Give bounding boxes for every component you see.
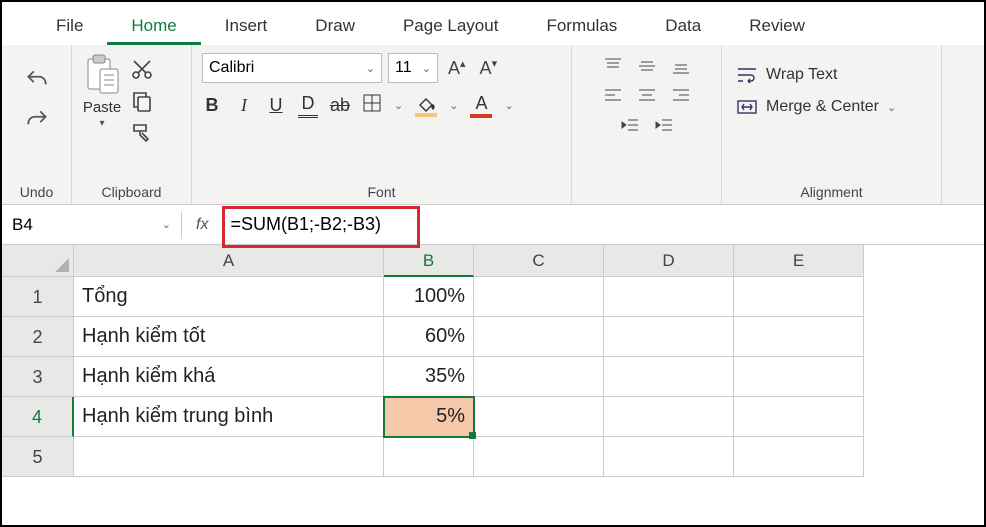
cell[interactable] <box>604 317 734 357</box>
font-name-select[interactable]: Calibri⌄ <box>202 53 382 83</box>
row-header[interactable]: 4 <box>2 397 74 437</box>
table-row: 3 Hạnh kiểm khá 35% <box>2 357 984 397</box>
tab-formulas[interactable]: Formulas <box>522 10 641 45</box>
chevron-down-icon[interactable]: ⌄ <box>887 101 896 114</box>
font-color-button[interactable]: A <box>470 93 492 118</box>
decrease-indent-icon[interactable] <box>620 117 640 135</box>
cell[interactable] <box>384 437 474 477</box>
cell[interactable] <box>734 317 864 357</box>
cell[interactable] <box>474 437 604 477</box>
table-row: 4 Hạnh kiểm trung bình 5% <box>2 397 984 437</box>
clipboard-group-label: Clipboard <box>82 180 181 200</box>
cell[interactable]: Hạnh kiểm trung bình <box>74 397 384 437</box>
row-header[interactable]: 2 <box>2 317 74 357</box>
font-size-select[interactable]: 11⌄ <box>388 53 438 83</box>
merge-center-button[interactable]: Merge & Center ⌄ <box>732 91 931 123</box>
cell[interactable] <box>734 277 864 317</box>
table-row: 2 Hạnh kiểm tốt 60% <box>2 317 984 357</box>
font-group-label: Font <box>202 180 561 200</box>
chevron-down-icon[interactable]: ▾ <box>99 118 104 129</box>
italic-button[interactable]: I <box>234 95 254 116</box>
cell[interactable] <box>604 437 734 477</box>
align-center-icon[interactable] <box>637 87 657 105</box>
cell[interactable] <box>734 397 864 437</box>
undo-icon[interactable] <box>23 67 51 93</box>
align-right-icon[interactable] <box>671 87 691 105</box>
cell[interactable] <box>604 277 734 317</box>
tab-file[interactable]: File <box>32 10 107 45</box>
tab-data[interactable]: Data <box>641 10 725 45</box>
cell[interactable]: Hạnh kiểm tốt <box>74 317 384 357</box>
tab-pagelayout[interactable]: Page Layout <box>379 10 522 45</box>
table-row: 5 <box>2 437 984 477</box>
border-button[interactable] <box>362 94 382 117</box>
align-top-icon[interactable] <box>603 57 623 75</box>
cell[interactable]: Hạnh kiểm khá <box>74 357 384 397</box>
redo-icon[interactable] <box>23 107 51 133</box>
row-header[interactable]: 1 <box>2 277 74 317</box>
tab-home[interactable]: Home <box>107 10 200 45</box>
cell[interactable]: 35% <box>384 357 474 397</box>
fill-color-button[interactable] <box>415 95 437 117</box>
cell[interactable] <box>474 317 604 357</box>
table-row: 1 Tổng 100% <box>2 277 984 317</box>
cut-icon[interactable] <box>130 57 154 81</box>
cell[interactable] <box>734 437 864 477</box>
cell[interactable] <box>474 357 604 397</box>
undo-group-label: Undo <box>20 180 53 200</box>
fx-icon[interactable]: fx <box>182 216 222 234</box>
align-middle-icon[interactable] <box>637 57 657 75</box>
underline-button[interactable]: U <box>266 95 286 116</box>
menu-tabs: File Home Insert Draw Page Layout Formul… <box>2 2 984 45</box>
active-cell[interactable]: 5% <box>384 397 474 437</box>
cell[interactable]: Tổng <box>74 277 384 317</box>
spreadsheet-grid: A B C D E 1 Tổng 100% 2 Hạnh kiểm tốt 60… <box>2 245 984 477</box>
copy-icon[interactable] <box>130 89 154 113</box>
cell[interactable]: 60% <box>384 317 474 357</box>
increase-font-icon[interactable]: A▴ <box>444 57 470 79</box>
align-bottom-icon[interactable] <box>671 57 691 75</box>
cell[interactable]: 100% <box>384 277 474 317</box>
cell[interactable] <box>604 357 734 397</box>
cell[interactable] <box>74 437 384 477</box>
alignment-group-label: Alignment <box>732 180 931 200</box>
ribbon: Undo Paste ▾ Clipboard Calibri⌄ 11⌄ A▴ A… <box>2 45 984 205</box>
tab-review[interactable]: Review <box>725 10 829 45</box>
name-box[interactable]: B4⌄ <box>2 211 182 239</box>
formula-input[interactable]: =SUM(B1;-B2;-B3) <box>222 210 984 239</box>
wrap-text-button[interactable]: Wrap Text <box>732 59 931 91</box>
col-header-A[interactable]: A <box>74 245 384 277</box>
row-header[interactable]: 5 <box>2 437 74 477</box>
strikethrough-button[interactable]: ab <box>330 95 350 116</box>
decrease-font-icon[interactable]: A▾ <box>476 57 502 79</box>
tab-draw[interactable]: Draw <box>291 10 379 45</box>
tab-insert[interactable]: Insert <box>201 10 292 45</box>
col-header-B[interactable]: B <box>384 245 474 277</box>
col-header-C[interactable]: C <box>474 245 604 277</box>
increase-indent-icon[interactable] <box>654 117 674 135</box>
col-header-E[interactable]: E <box>734 245 864 277</box>
formula-bar: B4⌄ fx =SUM(B1;-B2;-B3) <box>2 205 984 245</box>
row-header[interactable]: 3 <box>2 357 74 397</box>
cell[interactable] <box>474 277 604 317</box>
select-all-corner[interactable] <box>2 245 74 277</box>
cell[interactable] <box>604 397 734 437</box>
paste-button[interactable]: Paste ▾ <box>82 53 122 129</box>
col-header-D[interactable]: D <box>604 245 734 277</box>
cell[interactable] <box>474 397 604 437</box>
align-left-icon[interactable] <box>603 87 623 105</box>
double-underline-button[interactable]: D <box>298 93 318 118</box>
format-painter-icon[interactable] <box>130 121 154 145</box>
cell[interactable] <box>734 357 864 397</box>
bold-button[interactable]: B <box>202 95 222 116</box>
